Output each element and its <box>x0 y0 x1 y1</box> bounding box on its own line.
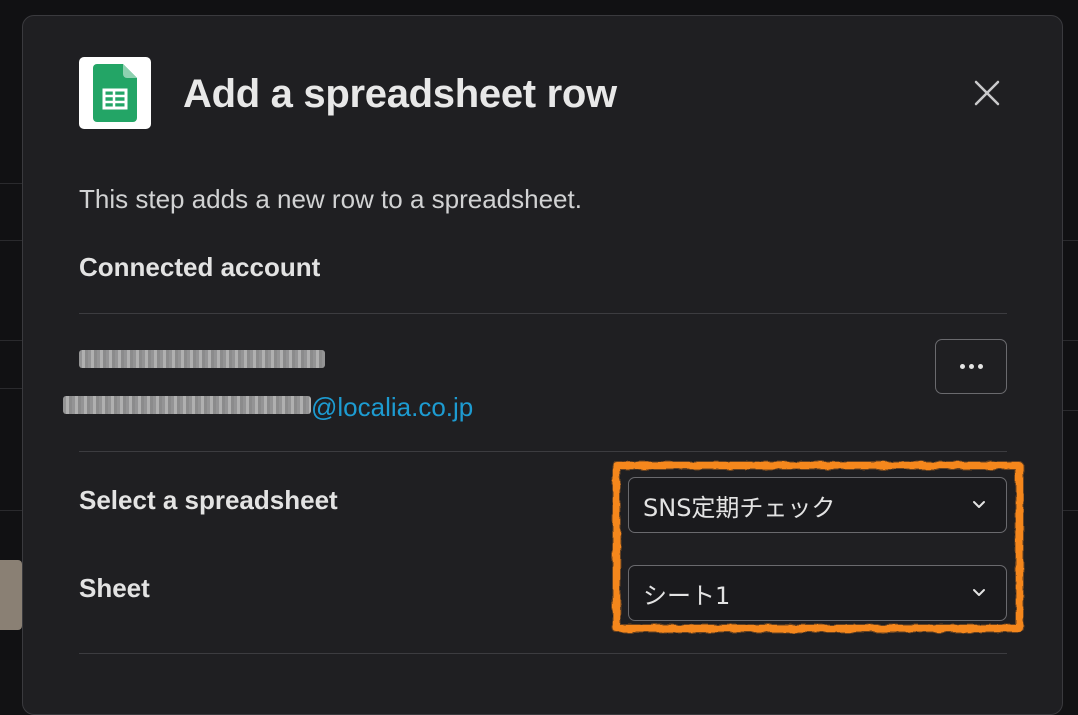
spreadsheet-label: Select a spreadsheet <box>79 485 338 515</box>
backdrop-divider <box>1063 510 1078 511</box>
more-horizontal-icon <box>959 364 965 369</box>
backdrop-divider <box>0 340 22 341</box>
backdrop-divider <box>1063 340 1078 341</box>
backdrop-divider <box>0 183 22 184</box>
sheet-label: Sheet <box>79 573 150 603</box>
more-horizontal-icon <box>968 364 974 369</box>
redacted-account-name <box>79 350 325 368</box>
divider <box>79 313 1007 314</box>
close-icon[interactable] <box>969 75 1005 111</box>
backdrop-divider <box>1063 410 1078 411</box>
annotation-highlight-box <box>613 462 1023 632</box>
more-horizontal-icon <box>977 364 983 369</box>
step-description: This step adds a new row to a spreadshee… <box>79 184 582 214</box>
redacted-email-local-part <box>63 396 311 414</box>
backdrop-divider <box>1063 240 1078 241</box>
account-email-domain: @localia.co.jp <box>311 392 474 422</box>
backdrop-avatar <box>0 560 22 630</box>
backdrop-divider <box>0 510 22 511</box>
connected-account-label: Connected account <box>79 252 321 282</box>
divider <box>79 653 1007 654</box>
account-more-button[interactable] <box>935 339 1007 394</box>
google-sheets-icon <box>79 57 151 129</box>
modal-title: Add a spreadsheet row <box>183 72 617 116</box>
backdrop-divider <box>0 388 22 389</box>
divider <box>79 451 1007 452</box>
backdrop-divider <box>0 240 22 241</box>
